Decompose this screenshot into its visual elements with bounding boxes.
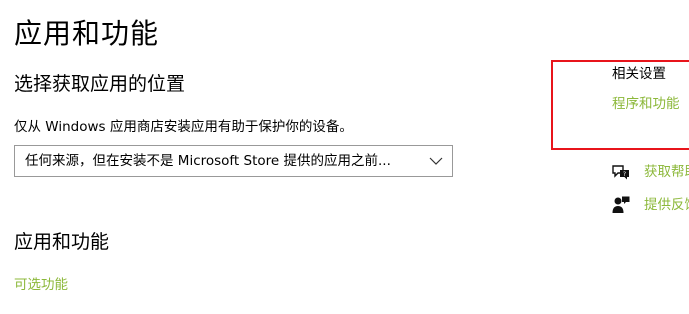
optional-features-link[interactable]: 可选功能 xyxy=(14,275,68,295)
app-source-description: 仅从 Windows 应用商店安装应用有助于保护你的设备。 xyxy=(14,119,353,135)
page-title: 应用和功能 xyxy=(14,17,160,50)
svg-text:?: ? xyxy=(623,171,626,178)
app-source-dropdown-value: 任何来源，但在安装不是 Microsoft Store 提供的应用之前... xyxy=(25,153,391,169)
settings-page: 应用和功能 选择获取应用的位置 仅从 Windows 应用商店安装应用有助于保护… xyxy=(0,0,689,314)
app-source-section-title: 选择获取应用的位置 xyxy=(14,73,186,95)
app-source-dropdown[interactable]: 任何来源，但在安装不是 Microsoft Store 提供的应用之前... xyxy=(14,145,453,177)
apps-features-section-title: 应用和功能 xyxy=(14,231,110,253)
get-help-label: 获取帮助 xyxy=(644,164,689,180)
chevron-down-icon xyxy=(429,157,443,165)
related-settings-title: 相关设置 xyxy=(612,66,666,82)
give-feedback-label: 提供反馈 xyxy=(644,197,689,213)
chat-help-icon: ? xyxy=(612,165,629,180)
feedback-person-icon xyxy=(612,196,630,213)
programs-and-features-link[interactable]: 程序和功能 xyxy=(612,94,680,114)
